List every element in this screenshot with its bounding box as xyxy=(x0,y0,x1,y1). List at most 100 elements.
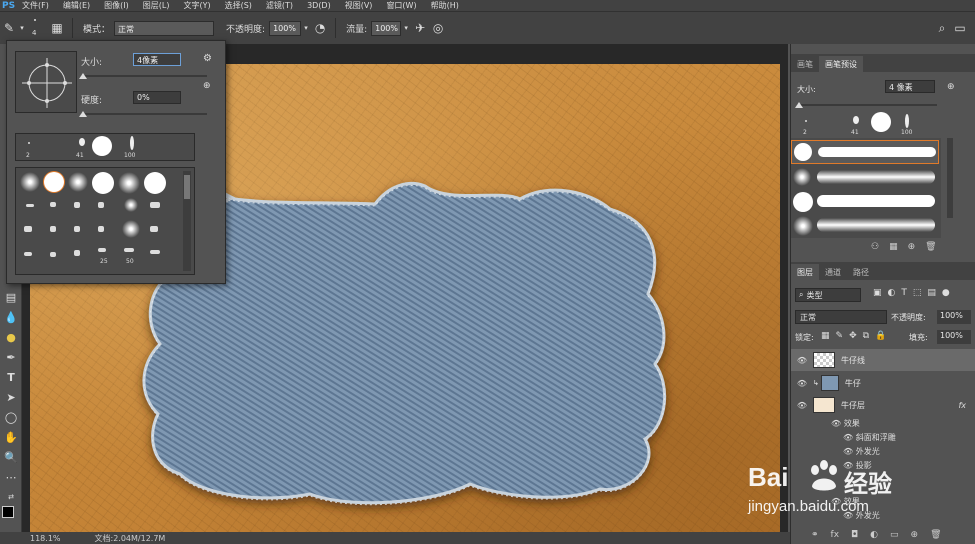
gradient-tool-icon[interactable]: ▤ xyxy=(2,288,20,306)
layer-row[interactable]: 👁 牛仔线 xyxy=(791,349,975,371)
chevron-down-icon[interactable]: ▾ xyxy=(401,19,411,37)
flow-field[interactable]: 100% xyxy=(371,20,402,36)
lock-artboard-icon[interactable]: ⧉ xyxy=(863,331,869,341)
new-preset-icon[interactable]: ⊕ xyxy=(203,81,211,91)
preset-row[interactable] xyxy=(791,214,939,238)
opacity-field[interactable]: 100% xyxy=(269,20,302,36)
menu-view[interactable]: 视图(V) xyxy=(345,0,373,11)
brush-tip[interactable] xyxy=(92,172,114,194)
brush-panel-icon[interactable]: ▦ xyxy=(889,242,898,256)
smart-object-filter-icon[interactable]: ▤ xyxy=(927,288,936,302)
blur-tool-icon[interactable]: 💧 xyxy=(2,308,20,326)
brush-tip[interactable] xyxy=(79,138,85,146)
eye-icon[interactable]: 👁 xyxy=(843,447,856,456)
eye-icon[interactable]: 👁 xyxy=(791,401,813,410)
filter-toggle-icon[interactable]: ● xyxy=(942,288,950,302)
brush-tip[interactable] xyxy=(150,202,160,208)
trash-icon[interactable]: 🗑 xyxy=(925,242,936,256)
size-slider-thumb[interactable] xyxy=(79,73,87,79)
shape-filter-icon[interactable]: ⬚ xyxy=(913,288,922,302)
search-icon[interactable]: ⌕ xyxy=(933,19,951,37)
brush-tip[interactable] xyxy=(98,226,104,232)
mask-icon[interactable]: ◘ xyxy=(851,530,858,542)
brush-tip[interactable] xyxy=(122,220,140,238)
brush-tip[interactable] xyxy=(905,114,909,128)
brush-tip[interactable] xyxy=(805,120,807,122)
brush-tip[interactable] xyxy=(74,250,80,256)
brush-tool-icon[interactable]: ✎ xyxy=(0,19,18,37)
type-tool-icon[interactable]: T xyxy=(2,368,20,386)
fx-menu-icon[interactable]: fx xyxy=(831,530,840,542)
new-preset-icon[interactable]: ⊕ xyxy=(908,242,916,256)
brush-preset-picker[interactable]: 4 xyxy=(26,15,48,41)
preset-row-selected[interactable] xyxy=(791,140,939,164)
toggle-brush-panel-icon[interactable]: ⚇ xyxy=(871,242,879,256)
swap-colors-icon[interactable]: ⇄ xyxy=(2,488,20,506)
mode-select[interactable]: 正常 xyxy=(114,20,215,36)
hardness-input[interactable]: 0% xyxy=(133,91,181,104)
folder-icon[interactable]: ▭ xyxy=(890,530,899,542)
brush-angle-preview[interactable] xyxy=(15,51,77,113)
brush-tip[interactable] xyxy=(118,172,140,194)
menu-help[interactable]: 帮助(H) xyxy=(431,0,459,11)
link-icon[interactable]: ⚭ xyxy=(811,530,819,542)
workspace-icon[interactable]: ▭ xyxy=(951,19,969,37)
brush-tip[interactable] xyxy=(130,136,134,150)
lock-position-icon[interactable]: ✥ xyxy=(849,331,857,341)
tab-paths[interactable]: 路径 xyxy=(847,264,875,280)
menu-layer[interactable]: 图层(L) xyxy=(143,0,170,11)
layer-row[interactable]: 👁 牛仔层 fx xyxy=(791,394,975,416)
lock-pixels-icon[interactable]: ✎ xyxy=(836,331,844,341)
scrollbar-thumb[interactable] xyxy=(184,175,190,199)
adjustment-icon[interactable]: ◐ xyxy=(870,530,878,542)
brush-tip[interactable] xyxy=(44,172,64,192)
size-slider[interactable] xyxy=(81,75,207,77)
pressure-size-icon[interactable]: ◎ xyxy=(429,19,447,37)
brush-tip[interactable] xyxy=(74,202,80,208)
brush-tip[interactable] xyxy=(68,172,88,192)
dodge-tool-icon[interactable]: ● xyxy=(2,328,20,346)
brush-tip[interactable] xyxy=(28,142,30,144)
foreground-color-swatch[interactable] xyxy=(2,506,14,518)
eye-icon[interactable]: 👁 xyxy=(831,419,844,428)
type-filter-icon[interactable]: T xyxy=(901,288,907,302)
trash-icon[interactable]: 🗑 xyxy=(930,530,941,542)
brush-tip[interactable] xyxy=(871,112,891,132)
brush-tip[interactable] xyxy=(26,204,34,207)
new-preset-icon[interactable]: ⊕ xyxy=(947,82,955,92)
hardness-slider[interactable] xyxy=(81,113,207,115)
tab-layers[interactable]: 图层 xyxy=(791,264,819,280)
brush-tip[interactable] xyxy=(20,172,40,192)
eye-icon[interactable]: 👁 xyxy=(791,379,813,388)
menu-file[interactable]: 文件(F) xyxy=(22,0,49,11)
brush-tip[interactable] xyxy=(150,250,160,254)
menu-window[interactable]: 窗口(W) xyxy=(386,0,416,11)
pen-tool-icon[interactable]: ✒ xyxy=(2,348,20,366)
brush-tip[interactable] xyxy=(150,226,158,232)
menu-edit[interactable]: 编辑(E) xyxy=(63,0,90,11)
blend-mode-select[interactable]: 正常 xyxy=(795,310,887,324)
zoom-readout[interactable]: 118.1% xyxy=(30,534,61,543)
layer-filter-select[interactable]: ⌕ 类型 xyxy=(795,288,861,302)
brush-tip[interactable] xyxy=(98,202,104,208)
fx-icon[interactable]: fx xyxy=(958,401,966,410)
tab-channels[interactable]: 通道 xyxy=(819,264,847,280)
preset-size-slider[interactable] xyxy=(797,104,937,106)
preset-size-input[interactable]: 4 像素 xyxy=(885,80,935,93)
eye-icon[interactable]: 👁 xyxy=(791,356,813,365)
gear-icon[interactable]: ⚙ xyxy=(203,53,212,64)
zoom-tool-icon[interactable]: 🔍 xyxy=(2,448,20,466)
ellipse-tool-icon[interactable]: ◯ xyxy=(2,408,20,426)
brush-tip[interactable] xyxy=(853,116,859,124)
tab-brush[interactable]: 画笔 xyxy=(791,56,819,72)
lock-transparency-icon[interactable]: ▦ xyxy=(821,331,830,341)
brush-tip[interactable] xyxy=(24,252,32,256)
layer-row[interactable]: 👁 ↳ 牛仔 xyxy=(791,372,975,394)
eye-icon[interactable]: 👁 xyxy=(843,433,856,442)
menu-filter[interactable]: 滤镜(T) xyxy=(266,0,293,11)
chevron-down-icon[interactable]: ▾ xyxy=(18,19,26,37)
effect-row[interactable]: 👁 斜面和浮雕 xyxy=(843,432,896,443)
brush-tip[interactable] xyxy=(50,202,56,207)
brush-tip[interactable] xyxy=(74,226,80,232)
airbrush-icon[interactable]: ✈ xyxy=(411,19,429,37)
